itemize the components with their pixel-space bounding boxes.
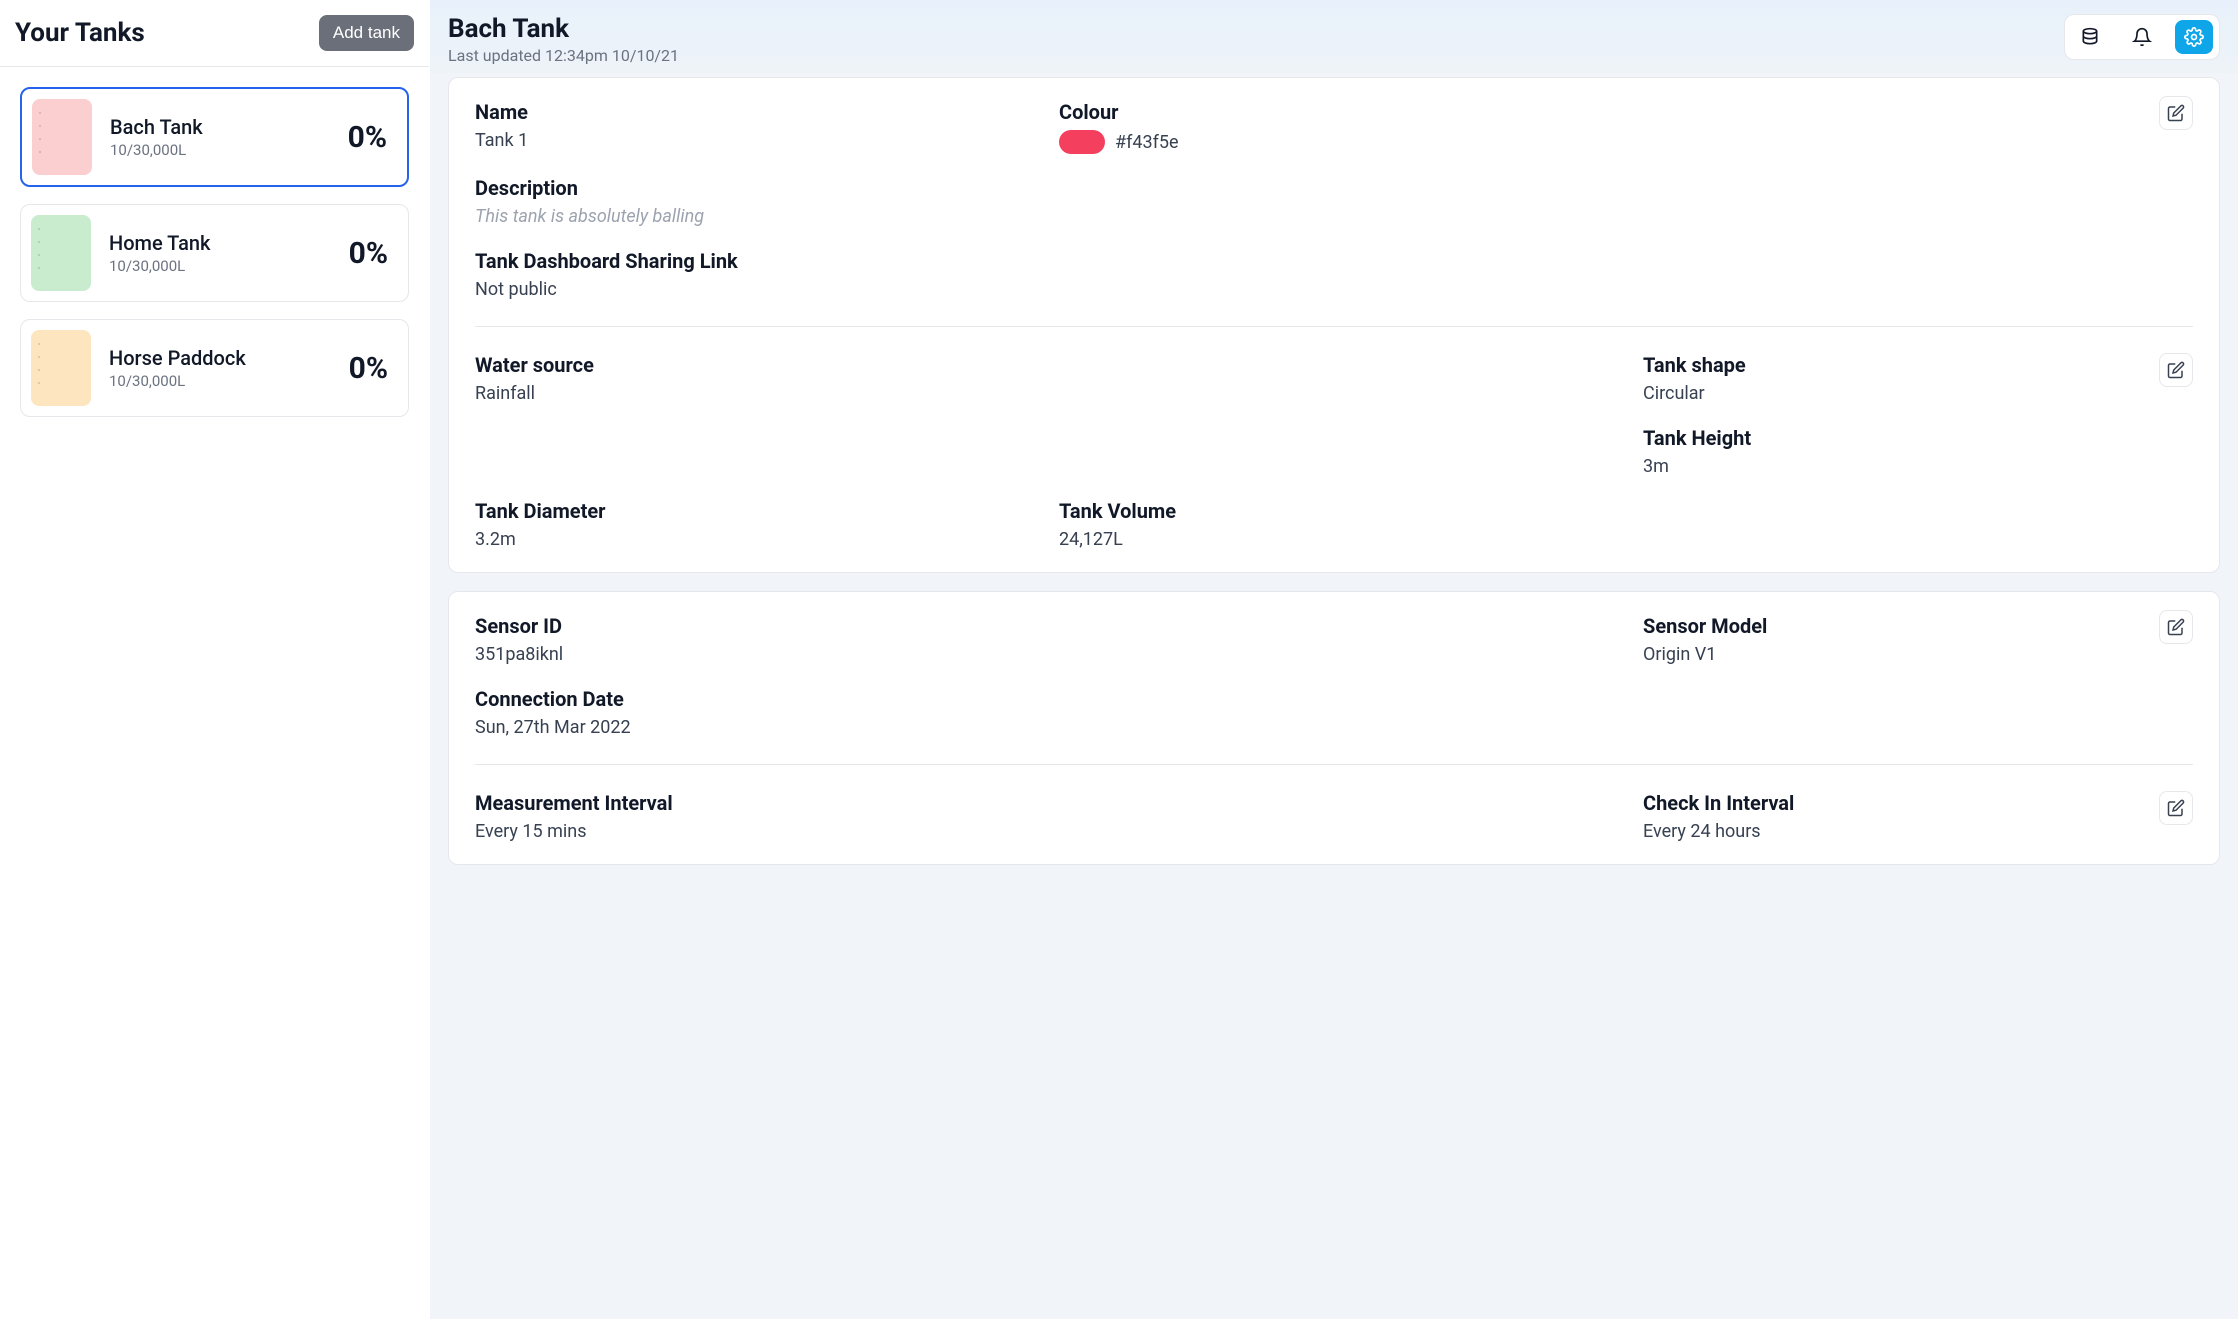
settings-button[interactable] xyxy=(2175,20,2213,54)
tank-card-name: Bach Tank xyxy=(110,115,330,139)
field-measurement-interval-label: Measurement Interval xyxy=(475,791,1025,815)
field-description-label: Description xyxy=(475,176,2193,200)
main-header-titleblock: Bach Tank Last updated 12:34pm 10/10/21 xyxy=(448,14,679,65)
field-connection-date-value: Sun, 27th Mar 2022 xyxy=(475,717,2193,738)
field-measurement-interval-value: Every 15 mins xyxy=(475,821,1025,842)
sidebar-header: Your Tanks Add tank xyxy=(0,0,429,67)
field-colour-label: Colour xyxy=(1059,100,2193,124)
sensor-card: Sensor ID 351pa8iknl Sensor Model Origin… xyxy=(448,591,2220,865)
tank-swatch-icon xyxy=(31,215,91,291)
field-colour: Colour #f43f5e xyxy=(1059,100,2193,154)
tank-card[interactable]: Horse Paddock 10/30,000L 0% xyxy=(20,319,409,417)
edit-tank-dimensions-button[interactable] xyxy=(2159,353,2193,387)
tank-properties-card: Name Tank 1 Colour #f43f5e Description T… xyxy=(448,77,2220,573)
field-description-value: This tank is absolutely balling xyxy=(475,206,2193,227)
field-water-source: Water source Rainfall xyxy=(475,353,1025,404)
gear-icon xyxy=(2184,27,2204,47)
data-icon-button[interactable] xyxy=(2071,20,2109,54)
add-tank-button[interactable]: Add tank xyxy=(319,15,414,51)
edit-sensor-info-button[interactable] xyxy=(2159,610,2193,644)
sidebar-title: Your Tanks xyxy=(15,18,145,48)
tank-card-percent: 0% xyxy=(349,351,388,386)
tank-swatch-icon xyxy=(31,330,91,406)
field-connection-date-label: Connection Date xyxy=(475,687,2193,711)
tank-sidebar: Your Tanks Add tank Bach Tank 10/30,000L 0… xyxy=(0,0,430,1319)
field-checkin-interval-value: Every 24 hours xyxy=(1643,821,2193,842)
edit-icon xyxy=(2167,799,2185,817)
edit-icon xyxy=(2167,361,2185,379)
tank-card-percent: 0% xyxy=(349,236,388,271)
last-updated-prefix: Last updated xyxy=(448,46,545,65)
field-sensor-model-value: Origin V1 xyxy=(1643,644,2193,665)
tank-card-name: Horse Paddock xyxy=(109,346,331,370)
page-toolbar xyxy=(2064,14,2220,60)
main-header: Bach Tank Last updated 12:34pm 10/10/21 xyxy=(430,0,2238,73)
field-checkin-interval: Check In Interval Every 24 hours xyxy=(1643,791,2193,842)
tank-card-info: Home Tank 10/30,000L xyxy=(109,231,331,275)
field-sensor-id-value: 351pa8iknl xyxy=(475,644,1025,665)
field-tank-volume-value: 24,127L xyxy=(1059,529,1609,550)
last-updated: Last updated 12:34pm 10/10/21 xyxy=(448,46,679,65)
colour-hex: #f43f5e xyxy=(1115,132,1179,153)
field-measurement-interval: Measurement Interval Every 15 mins xyxy=(475,791,1025,842)
tank-card-sub: 10/30,000L xyxy=(109,257,331,275)
edit-icon xyxy=(2167,618,2185,636)
field-name-value: Tank 1 xyxy=(475,130,1025,151)
field-sharing-link: Tank Dashboard Sharing Link Not public xyxy=(475,249,2193,300)
database-icon xyxy=(2080,27,2100,47)
field-water-source-value: Rainfall xyxy=(475,383,1025,404)
field-tank-shape-value: Circular xyxy=(1643,383,2193,404)
field-name: Name Tank 1 xyxy=(475,100,1025,154)
field-water-source-label: Water source xyxy=(475,353,1025,377)
field-tank-height-value: 3m xyxy=(1643,456,2193,477)
field-tank-volume: Tank Volume 24,127L xyxy=(1059,499,1609,550)
tank-list: Bach Tank 10/30,000L 0% Home Tank 10/30,000L… xyxy=(0,67,429,437)
field-checkin-interval-label: Check In Interval xyxy=(1643,791,2193,815)
sensor-intervals-section: Measurement Interval Every 15 mins Check… xyxy=(475,764,2193,842)
tank-card-info: Horse Paddock 10/30,000L xyxy=(109,346,331,390)
colour-swatch xyxy=(1059,130,1105,154)
tank-detail-content: Name Tank 1 Colour #f43f5e Description T… xyxy=(430,73,2238,885)
field-tank-shape-label: Tank shape xyxy=(1643,353,2193,377)
sensor-info-section: Sensor ID 351pa8iknl Sensor Model Origin… xyxy=(475,614,2193,738)
field-tank-diameter: Tank Diameter 3.2m xyxy=(475,499,1025,550)
tank-card-percent: 0% xyxy=(348,120,387,155)
tank-card[interactable]: Bach Tank 10/30,000L 0% xyxy=(20,87,409,187)
field-tank-height: Tank Height 3m xyxy=(1643,426,2193,477)
field-sensor-model: Sensor Model Origin V1 xyxy=(1643,614,2193,665)
tank-swatch-icon xyxy=(32,99,92,175)
field-tank-diameter-value: 3.2m xyxy=(475,529,1025,550)
field-description: Description This tank is absolutely ball… xyxy=(475,176,2193,227)
tank-detail-main: Bach Tank Last updated 12:34pm 10/10/21 xyxy=(430,0,2238,1319)
bell-icon xyxy=(2132,27,2152,47)
tank-card-info: Bach Tank 10/30,000L xyxy=(110,115,330,159)
notifications-button[interactable] xyxy=(2123,20,2161,54)
tank-card-sub: 10/30,000L xyxy=(109,372,331,390)
tank-dimensions-section: Water source Rainfall Tank shape Circula… xyxy=(475,326,2193,550)
field-tank-height-label: Tank Height xyxy=(1643,426,2193,450)
field-sharing-link-label: Tank Dashboard Sharing Link xyxy=(475,249,2193,273)
field-tank-shape: Tank shape Circular xyxy=(1643,353,2193,404)
page-title: Bach Tank xyxy=(448,14,679,44)
tank-properties-general-section: Name Tank 1 Colour #f43f5e Description T… xyxy=(475,100,2193,300)
edit-sensor-intervals-button[interactable] xyxy=(2159,791,2193,825)
field-sensor-id-label: Sensor ID xyxy=(475,614,1025,638)
tank-card-sub: 10/30,000L xyxy=(110,141,330,159)
field-sensor-model-label: Sensor Model xyxy=(1643,614,2193,638)
edit-icon xyxy=(2167,104,2185,122)
last-updated-value: 12:34pm 10/10/21 xyxy=(545,46,679,65)
field-name-label: Name xyxy=(475,100,1025,124)
field-sensor-id: Sensor ID 351pa8iknl xyxy=(475,614,1025,665)
field-connection-date: Connection Date Sun, 27th Mar 2022 xyxy=(475,687,2193,738)
field-colour-value: #f43f5e xyxy=(1059,130,2193,154)
tank-card[interactable]: Home Tank 10/30,000L 0% xyxy=(20,204,409,302)
field-tank-volume-label: Tank Volume xyxy=(1059,499,1609,523)
field-tank-diameter-label: Tank Diameter xyxy=(475,499,1025,523)
field-sharing-link-value: Not public xyxy=(475,279,2193,300)
tank-card-name: Home Tank xyxy=(109,231,331,255)
edit-tank-properties-button[interactable] xyxy=(2159,96,2193,130)
